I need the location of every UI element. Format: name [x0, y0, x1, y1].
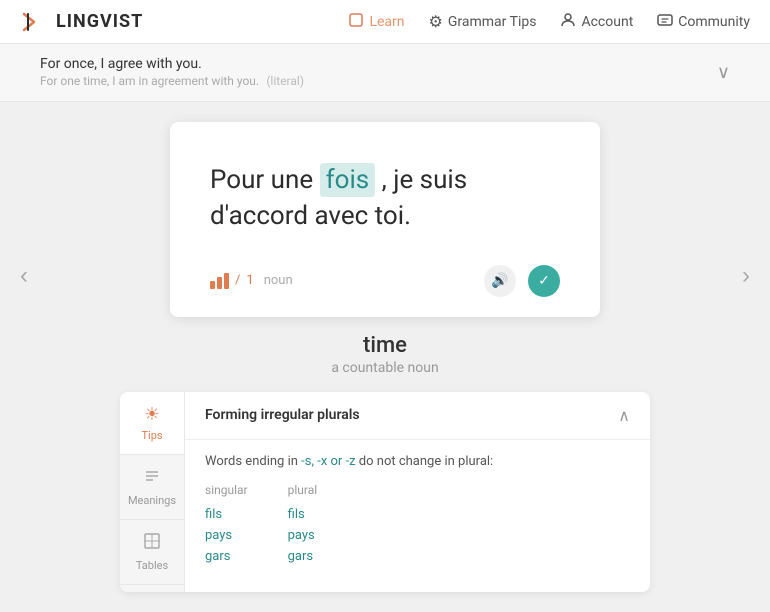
- tables-label: Tables: [136, 559, 168, 572]
- bottom-panel: ☀ Tips Meanings Tables Forming irregular…: [120, 392, 650, 592]
- nav-community[interactable]: Community: [657, 12, 750, 32]
- sentence-text: For once, I agree with you. For one time…: [40, 56, 304, 89]
- meanings-icon: [143, 467, 161, 490]
- next-card-button[interactable]: ›: [732, 252, 760, 300]
- word-subtitle: a countable noun: [331, 360, 438, 376]
- singular-row-1: fils: [205, 507, 248, 522]
- meanings-label: Meanings: [128, 494, 176, 507]
- tips-icon: ☀: [144, 404, 160, 425]
- panel-header: Forming irregular plurals ∧: [185, 392, 650, 440]
- rank-bar-1: [210, 281, 215, 289]
- sentence-expand-chevron[interactable]: ∨: [717, 62, 730, 83]
- panel-description: Words ending in -s, -x or -z do not chan…: [205, 454, 630, 469]
- plural-row-2: pays: [288, 528, 318, 543]
- logo-text: LINGVIST: [56, 11, 143, 32]
- singular-row-2: pays: [205, 528, 248, 543]
- side-tabs: ☀ Tips Meanings Tables: [120, 392, 185, 592]
- rank-number: /: [235, 273, 240, 288]
- panel-collapse-button[interactable]: ∧: [618, 406, 630, 425]
- sentence-english: For once, I agree with you.: [40, 56, 304, 72]
- check-button[interactable]: ✓: [528, 265, 560, 297]
- panel-body: Words ending in -s, -x or -z do not chan…: [185, 440, 650, 578]
- sentence-before: Pour une: [210, 165, 313, 195]
- highlighted-word: fois: [320, 163, 376, 197]
- rank-bars: [210, 273, 229, 289]
- singular-row-3: gars: [205, 549, 248, 564]
- tab-meanings[interactable]: Meanings: [120, 455, 184, 520]
- sound-icon: 🔊: [491, 272, 508, 289]
- plural-table: singular fils pays gars plural fils pays…: [205, 483, 630, 564]
- nav-learn[interactable]: Learn: [348, 12, 404, 32]
- tables-icon: [143, 532, 161, 555]
- grammar-tips-icon: ⚙: [429, 12, 443, 31]
- account-icon: [560, 12, 576, 32]
- word-pos: noun: [264, 273, 293, 288]
- card-footer: / 1 noun 🔊 ✓: [210, 265, 560, 297]
- singular-column: singular fils pays gars: [205, 483, 248, 564]
- community-icon: [657, 12, 673, 32]
- word-rank: / 1 noun: [210, 273, 293, 289]
- learn-icon: [348, 12, 364, 32]
- plural-row-1: fils: [288, 507, 318, 522]
- panel-title: Forming irregular plurals: [205, 407, 360, 423]
- sentence-literal: For one time, I am in agreement with you…: [40, 74, 304, 89]
- tips-label: Tips: [141, 429, 162, 442]
- singular-header: singular: [205, 483, 248, 497]
- card-sentence: Pour une fois , je suis d'accord avec to…: [210, 162, 560, 235]
- app-header: LINGVIST Learn ⚙ Grammar Tips Account Co…: [0, 0, 770, 44]
- logo: LINGVIST: [20, 8, 143, 36]
- sentence-banner: For once, I agree with you. For one time…: [0, 44, 770, 102]
- prev-card-button[interactable]: ‹: [10, 252, 38, 300]
- rank-bar-2: [217, 277, 222, 289]
- panel-content: Forming irregular plurals ∧ Words ending…: [185, 392, 650, 592]
- plural-row-3: gars: [288, 549, 318, 564]
- nav-account[interactable]: Account: [560, 12, 633, 32]
- word-info: time a countable noun: [331, 333, 438, 376]
- plural-header: plural: [288, 483, 318, 497]
- logo-icon: [20, 8, 48, 36]
- word-title: time: [331, 333, 438, 358]
- sound-button[interactable]: 🔊: [484, 265, 516, 297]
- main-nav: Learn ⚙ Grammar Tips Account Community: [348, 12, 750, 32]
- tab-tables[interactable]: Tables: [120, 520, 184, 585]
- rank-bar-3: [224, 273, 229, 289]
- main-content: ‹ › Pour une fois , je suis d'accord ave…: [0, 102, 770, 612]
- card-actions: 🔊 ✓: [484, 265, 560, 297]
- tab-tips[interactable]: ☀ Tips: [120, 392, 184, 455]
- flash-card: Pour une fois , je suis d'accord avec to…: [170, 122, 600, 317]
- nav-grammar-tips[interactable]: ⚙ Grammar Tips: [429, 12, 537, 31]
- plural-column: plural fils pays gars: [288, 483, 318, 564]
- check-icon: ✓: [538, 272, 550, 289]
